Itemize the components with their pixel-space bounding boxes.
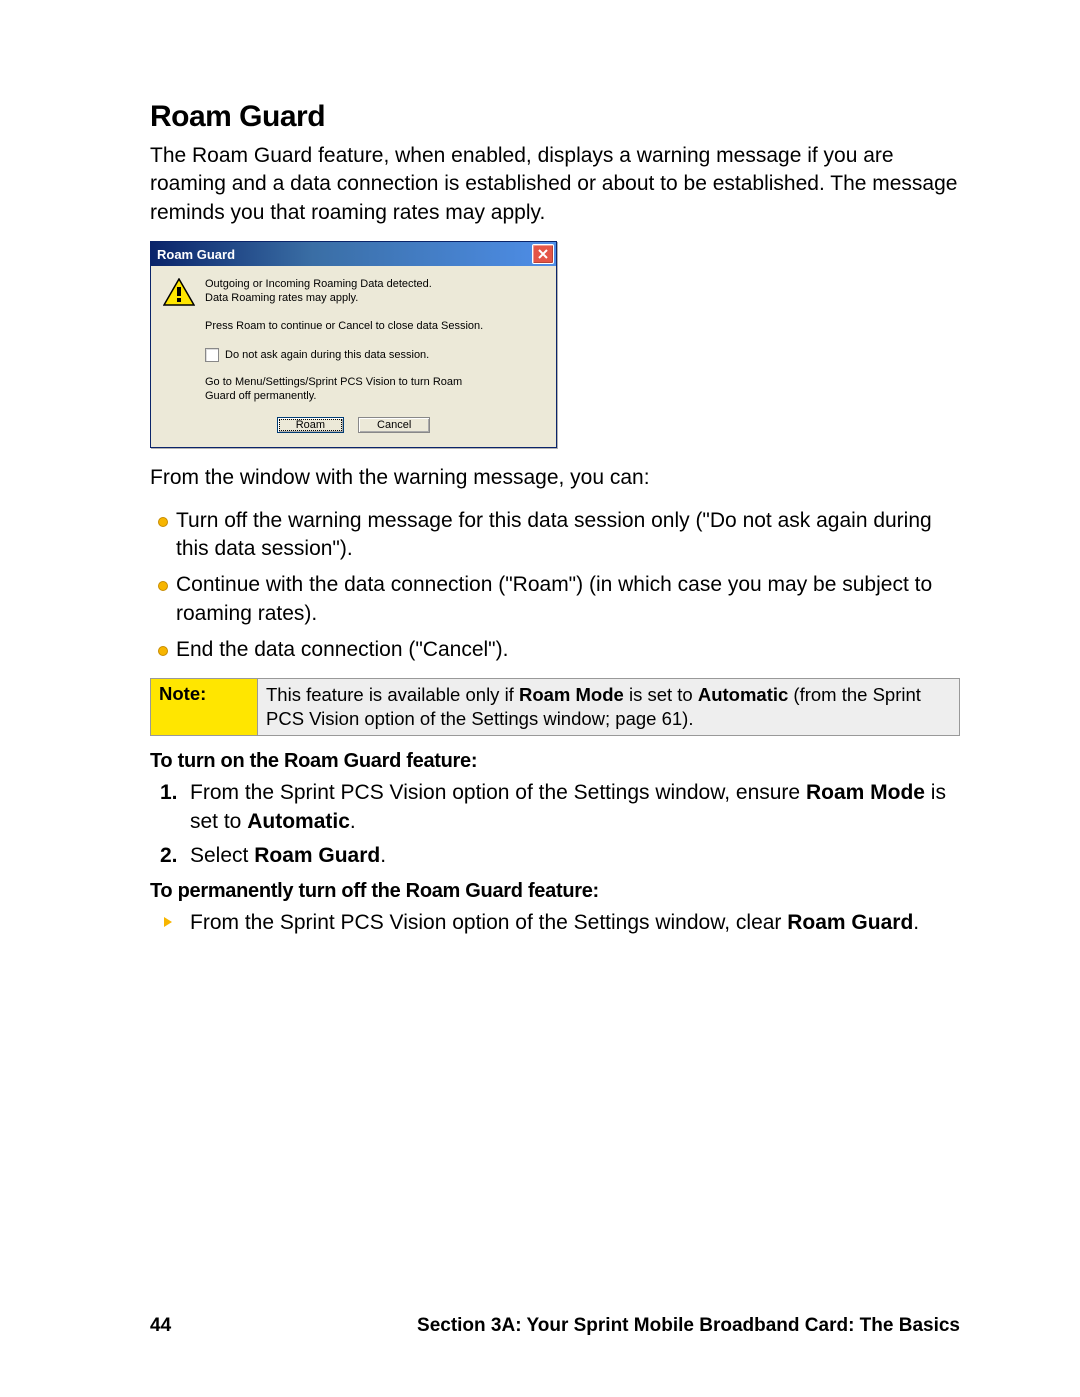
step-text: From the Sprint PCS Vision option of the… — [190, 911, 787, 934]
step-bold: Automatic — [247, 810, 350, 833]
note-bold: Automatic — [698, 684, 788, 705]
list-item: Turn off the warning message for this da… — [150, 507, 960, 564]
turn-off-list: From the Sprint PCS Vision option of the… — [150, 909, 960, 937]
dialog-title: Roam Guard — [157, 247, 532, 262]
dialog-titlebar: Roam Guard — [151, 242, 556, 266]
section-title: Section 3A: Your Sprint Mobile Broadband… — [417, 1315, 960, 1337]
step-text: . — [350, 810, 356, 833]
step-bold: Roam Guard — [254, 844, 380, 867]
warning-icon — [163, 278, 195, 306]
step-bold: Roam Guard — [787, 911, 913, 934]
dialog-message-line1: Outgoing or Incoming Roaming Data detect… — [205, 278, 432, 292]
list-item: Continue with the data connection ("Roam… — [150, 571, 960, 628]
intro-paragraph: The Roam Guard feature, when enabled, di… — [150, 142, 960, 227]
page-number: 44 — [150, 1315, 171, 1337]
dialog-instruction: Press Roam to continue or Cancel to clos… — [205, 320, 544, 334]
turn-on-heading: To turn on the Roam Guard feature: — [150, 750, 960, 773]
page-heading: Roam Guard — [150, 100, 960, 134]
note-bold: Roam Mode — [519, 684, 624, 705]
checkbox-label: Do not ask again during this data sessio… — [225, 349, 429, 361]
turn-on-steps: 1. From the Sprint PCS Vision option of … — [150, 779, 960, 870]
step-number: 2. — [160, 842, 178, 870]
close-icon[interactable] — [532, 244, 554, 264]
step-number: 1. — [160, 779, 178, 807]
note-text: is set to — [624, 684, 698, 705]
list-item: End the data connection ("Cancel"). — [150, 636, 960, 664]
turn-off-heading: To permanently turn off the Roam Guard f… — [150, 880, 960, 903]
note-body: This feature is available only if Roam M… — [258, 679, 960, 736]
note-label: Note: — [151, 679, 258, 736]
page-footer: 44 Section 3A: Your Sprint Mobile Broadb… — [150, 1315, 960, 1337]
step-item: 2. Select Roam Guard. — [150, 842, 960, 870]
step-text: From the Sprint PCS Vision option of the… — [190, 781, 806, 804]
step-item: 1. From the Sprint PCS Vision option of … — [150, 779, 960, 836]
roam-button[interactable]: Roam — [277, 417, 344, 433]
step-bold: Roam Mode — [806, 781, 925, 804]
step-text: . — [380, 844, 386, 867]
dialog-message-line2: Data Roaming rates may apply. — [205, 292, 432, 306]
step-text: . — [913, 911, 919, 934]
cancel-button[interactable]: Cancel — [358, 417, 430, 433]
note-box: Note: This feature is available only if … — [150, 678, 960, 736]
dialog-body: Outgoing or Incoming Roaming Data detect… — [151, 266, 556, 447]
options-list: Turn off the warning message for this da… — [150, 507, 960, 665]
roam-guard-dialog: Roam Guard Outgoing or Incoming Roaming … — [150, 241, 557, 448]
after-dialog-text: From the window with the warning message… — [150, 464, 960, 492]
dialog-hint: Go to Menu/Settings/Sprint PCS Vision to… — [205, 376, 465, 404]
arrow-item: From the Sprint PCS Vision option of the… — [150, 909, 960, 937]
do-not-ask-checkbox[interactable] — [205, 348, 219, 362]
note-text: This feature is available only if — [266, 684, 519, 705]
step-text: Select — [190, 844, 254, 867]
